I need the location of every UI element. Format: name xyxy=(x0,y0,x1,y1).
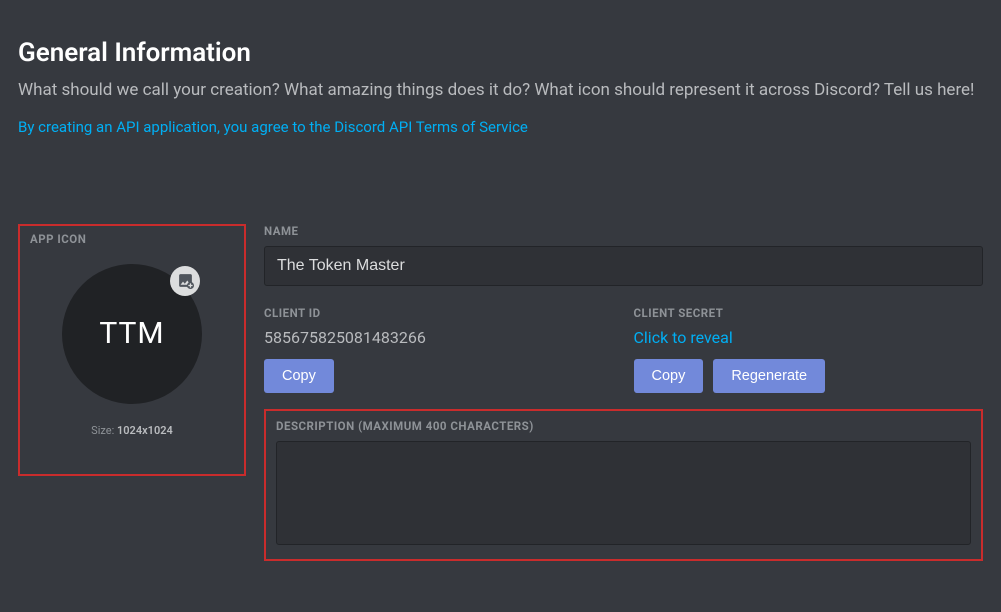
client-secret-section: CLIENT SECRET Click to reveal Copy Regen… xyxy=(634,306,984,393)
copy-secret-button[interactable]: Copy xyxy=(634,359,704,393)
client-id-label: CLIENT ID xyxy=(264,306,614,320)
upload-image-icon[interactable] xyxy=(170,266,200,296)
copy-client-id-button[interactable]: Copy xyxy=(264,359,334,393)
app-icon-column: APP ICON TTM Size: 1024x1024 xyxy=(18,224,246,561)
client-secret-label: CLIENT SECRET xyxy=(634,306,984,320)
client-id-section: CLIENT ID 585675825081483266 Copy xyxy=(264,306,614,393)
page-subtitle: What should we call your creation? What … xyxy=(18,78,983,103)
client-id-value: 585675825081483266 xyxy=(264,328,614,347)
fields-column: NAME CLIENT ID 585675825081483266 Copy C… xyxy=(264,224,983,561)
name-input[interactable] xyxy=(264,246,983,286)
reveal-secret-link[interactable]: Click to reveal xyxy=(634,328,733,347)
tos-link[interactable]: By creating an API application, you agre… xyxy=(18,118,528,136)
description-label: DESCRIPTION (MAXIMUM 400 CHARACTERS) xyxy=(276,419,971,433)
regenerate-secret-button[interactable]: Regenerate xyxy=(713,359,825,393)
description-input[interactable] xyxy=(276,441,971,545)
app-icon-size-hint: Size: 1024x1024 xyxy=(30,424,234,437)
app-icon-label: APP ICON xyxy=(30,232,234,246)
app-icon-panel: APP ICON TTM Size: 1024x1024 xyxy=(18,224,246,476)
page-title: General Information xyxy=(18,38,983,68)
name-label: NAME xyxy=(264,224,983,238)
description-panel: DESCRIPTION (MAXIMUM 400 CHARACTERS) xyxy=(264,409,983,561)
form-area: APP ICON TTM Size: 1024x1024 NAME xyxy=(18,224,983,561)
app-icon-preview[interactable]: TTM xyxy=(62,264,202,404)
